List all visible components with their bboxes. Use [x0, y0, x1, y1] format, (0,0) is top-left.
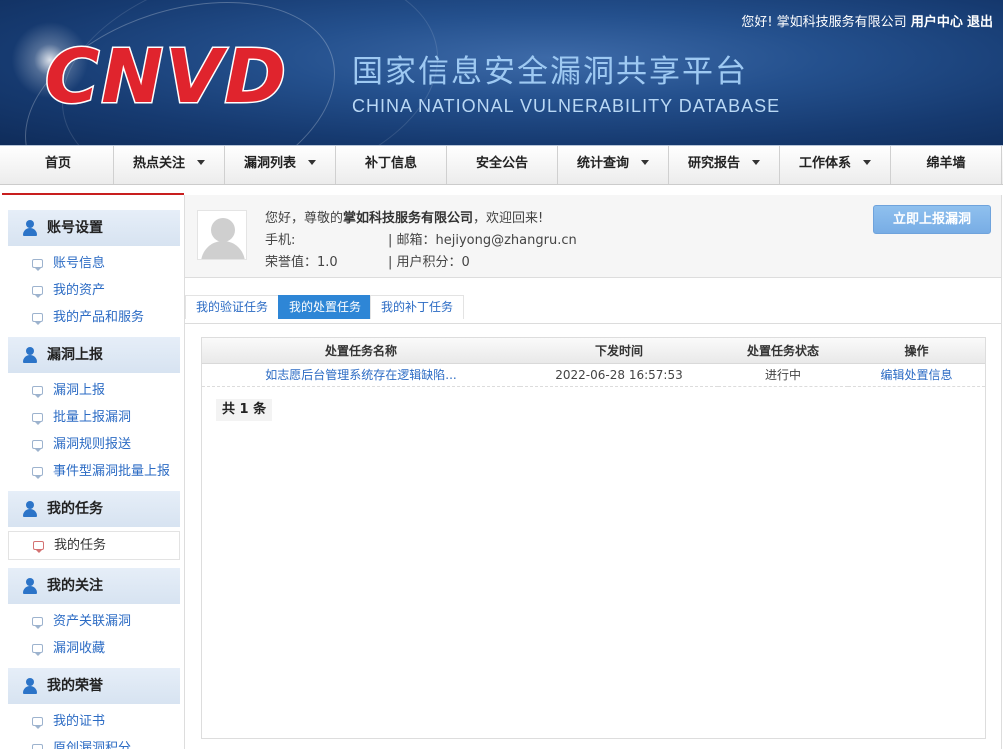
nav-item-hot-topics[interactable]: 热点关注 [114, 146, 225, 184]
site-title-en: CHINA NATIONAL VULNERABILITY DATABASE [352, 96, 781, 116]
site-title-cn: 国家信息安全漏洞共享平台 [352, 54, 748, 90]
chevron-down-icon [197, 160, 205, 165]
sidebar-item[interactable]: 账号信息 [8, 250, 180, 277]
honor-value: 荣誉值：1.0 [265, 255, 338, 270]
comment-icon [32, 259, 43, 271]
email-label: | 邮箱：hejiyong@zhangru.cn [388, 233, 577, 248]
cnvd-logo[interactable]: CNVD [45, 40, 335, 110]
sidebar-item[interactable]: 漏洞规则报送 [8, 431, 180, 458]
sidebar-item[interactable]: 我的产品和服务 [8, 304, 180, 331]
nav-item-patch-info[interactable]: 补丁信息 [336, 146, 447, 184]
tab-verify-tasks[interactable]: 我的验证任务 [185, 295, 280, 319]
sidebar-section-header[interactable]: 我的任务 [8, 491, 180, 527]
user-icon [22, 220, 38, 236]
nav-item-work-system[interactable]: 工作体系 [780, 146, 891, 184]
nav-item-home[interactable]: 首页 [3, 146, 114, 184]
chevron-down-icon [308, 160, 316, 165]
sidebar-item[interactable]: 资产关联漏洞 [8, 608, 180, 635]
comment-icon [32, 617, 43, 629]
edit-disposal-link[interactable]: 编辑处置信息 [848, 363, 985, 387]
company-name: 掌如科技服务有限公司 [776, 15, 907, 30]
sidebar-accent-line [2, 193, 184, 195]
nav-item-stats-query[interactable]: 统计查询 [558, 146, 669, 184]
sidebar-item[interactable]: 事件型漏洞批量上报 [8, 458, 180, 485]
total-count: 共 1 条 [216, 399, 273, 421]
sidebar-section-header[interactable]: 我的关注 [8, 568, 180, 604]
phone-label: 手机: [265, 233, 296, 248]
comment-icon [33, 541, 44, 553]
comment-icon [32, 440, 43, 452]
sidebar-item[interactable]: 原创漏洞积分 [8, 735, 180, 749]
comment-icon [32, 644, 43, 656]
col-header-time: 下发时间 [520, 338, 718, 364]
col-header-status: 处置任务状态 [718, 338, 848, 364]
avatar [197, 210, 247, 260]
chevron-down-icon [641, 160, 649, 165]
chevron-down-icon [752, 160, 760, 165]
col-header-action: 操作 [848, 338, 985, 364]
greeting-text: 您好! [741, 15, 773, 30]
comment-icon [32, 386, 43, 398]
comment-icon [32, 717, 43, 729]
comment-icon [32, 744, 43, 749]
sidebar-item[interactable]: 批量上报漏洞 [8, 404, 180, 431]
task-status: 进行中 [718, 363, 848, 387]
task-time: 2022-06-28 16:57:53 [520, 363, 718, 387]
sidebar: 账号设置 账号信息 我的资产 我的产品和服务 漏洞上报 漏洞上报 批量上报漏洞 漏洞规则报送事… [8, 210, 180, 749]
user-icon [22, 347, 38, 363]
task-table: 处置任务名称 下发时间 处置任务状态 操作 如志愿后台管理系统存在逻辑缺陷...… [202, 338, 985, 387]
user-icon [22, 678, 38, 694]
tab-patch-tasks[interactable]: 我的补丁任务 [370, 295, 465, 319]
points-value: | 用户积分：0 [388, 255, 470, 270]
welcome-line: 您好，尊敬的掌如科技服务有限公司，欢迎回来! [265, 211, 544, 226]
user-center-link[interactable]: 用户中心 [911, 15, 963, 30]
sidebar-section-header[interactable]: 漏洞上报 [8, 337, 180, 373]
logout-link[interactable]: 退出 [967, 15, 993, 30]
profile-company: 掌如科技服务有限公司 [343, 211, 474, 226]
main-nav: 首页 热点关注 漏洞列表 补丁信息 安全公告 统计查询 研究报告 工作体系 绵羊墙 [0, 145, 1003, 185]
tab-disposal-tasks[interactable]: 我的处置任务 [278, 295, 373, 319]
sidebar-section-header[interactable]: 我的荣誉 [8, 668, 180, 704]
comment-icon [32, 413, 43, 425]
user-icon [22, 578, 38, 594]
sidebar-section-header[interactable]: 账号设置 [8, 210, 180, 246]
task-name-link[interactable]: 如志愿后台管理系统存在逻辑缺陷... [202, 363, 520, 387]
report-vulnerability-button[interactable]: 立即上报漏洞 [873, 205, 991, 234]
sidebar-item[interactable]: 漏洞上报 [8, 377, 180, 404]
nav-item-security-notice[interactable]: 安全公告 [447, 146, 558, 184]
comment-icon [32, 313, 43, 325]
table-row: 如志愿后台管理系统存在逻辑缺陷... 2022-06-28 16:57:53 进… [202, 363, 985, 387]
logo-text: CNVD [45, 40, 288, 110]
sidebar-item[interactable]: 我的证书 [8, 708, 180, 735]
top-user-bar: 您好! 掌如科技服务有限公司 用户中心 退出 [741, 11, 993, 30]
nav-item-vuln-list[interactable]: 漏洞列表 [225, 146, 336, 184]
sidebar-item[interactable]: 我的资产 [8, 277, 180, 304]
comment-icon [32, 286, 43, 298]
sidebar-item[interactable]: 我的任务 [8, 531, 180, 560]
user-icon [22, 501, 38, 517]
sidebar-item[interactable]: 漏洞收藏 [8, 635, 180, 662]
col-header-name: 处置任务名称 [202, 338, 520, 364]
chevron-down-icon [863, 160, 871, 165]
nav-item-sheep-wall[interactable]: 绵羊墙 [891, 146, 1002, 184]
task-tabs: 我的验证任务 我的处置任务 我的补丁任务 [185, 294, 1001, 324]
nav-item-research-reports[interactable]: 研究报告 [669, 146, 780, 184]
task-list-panel: 处置任务名称 下发时间 处置任务状态 操作 如志愿后台管理系统存在逻辑缺陷...… [201, 337, 986, 739]
comment-icon [32, 467, 43, 479]
profile-panel: 您好，尊敬的掌如科技服务有限公司，欢迎回来! 手机: | 邮箱：hejiyong… [185, 195, 1001, 278]
site-header: 您好! 掌如科技服务有限公司 用户中心 退出 CNVD 国家信息安全漏洞共享平台… [0, 0, 1003, 145]
